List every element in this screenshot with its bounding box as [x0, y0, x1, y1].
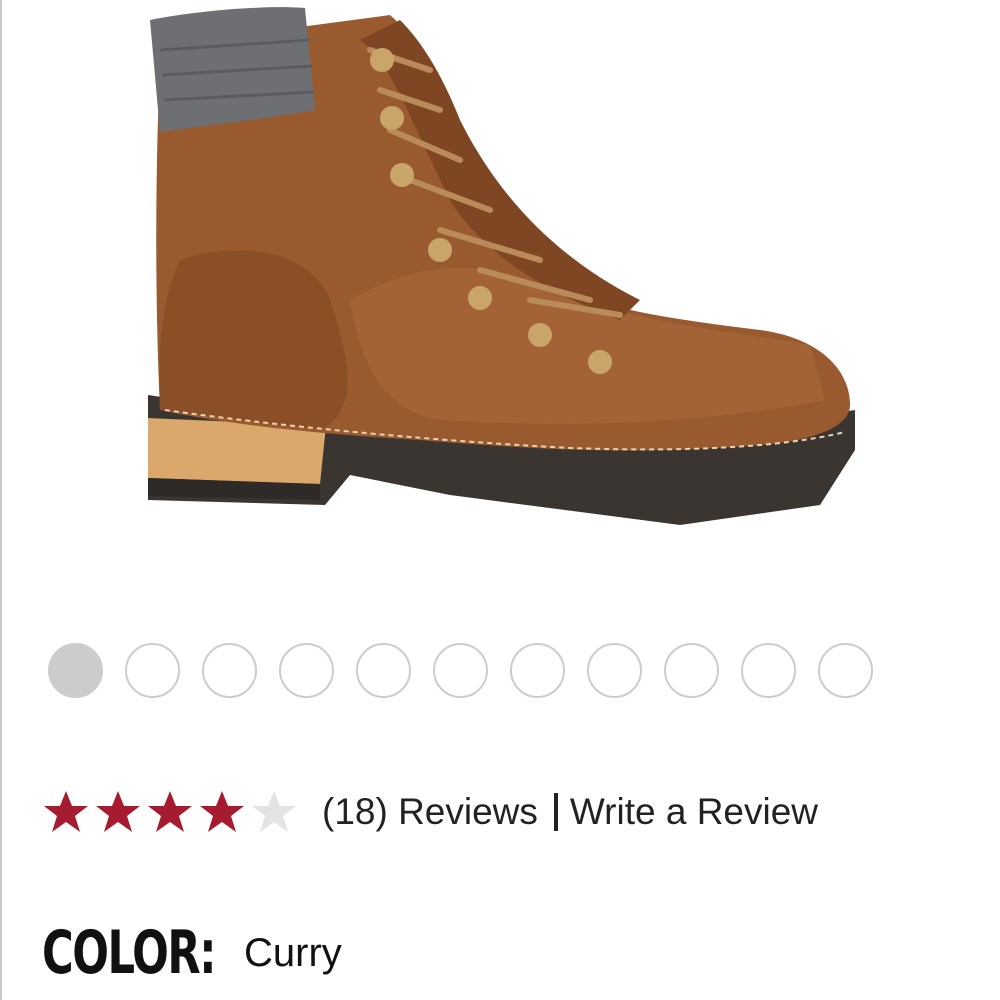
carousel-dot[interactable] [125, 643, 180, 698]
color-row: COLOR: Curry [42, 918, 342, 988]
carousel-dot[interactable] [356, 643, 411, 698]
star-icon [44, 791, 88, 832]
carousel-dot[interactable] [664, 643, 719, 698]
color-label: COLOR: [42, 918, 216, 988]
product-page: (18) Reviews Write a Review COLOR: Curry [0, 0, 1000, 1000]
boot-icon [148, 7, 855, 525]
star-icon [96, 791, 140, 832]
color-value: Curry [244, 930, 342, 975]
star-icon [200, 791, 244, 832]
rating-row: (18) Reviews Write a Review [42, 782, 818, 842]
carousel-dot[interactable] [433, 643, 488, 698]
star-rating [42, 788, 298, 836]
star-icon [252, 791, 296, 832]
carousel-dot[interactable] [279, 643, 334, 698]
write-review-link[interactable]: Write a Review [570, 791, 818, 833]
carousel-dot[interactable] [510, 643, 565, 698]
product-image-boot[interactable] [120, 0, 880, 560]
carousel-dot[interactable] [741, 643, 796, 698]
image-carousel-dots [48, 643, 873, 703]
divider [553, 793, 558, 831]
carousel-dot[interactable] [202, 643, 257, 698]
reviews-link[interactable]: (18) Reviews [322, 791, 538, 833]
carousel-dot[interactable] [587, 643, 642, 698]
carousel-dot[interactable] [818, 643, 873, 698]
left-border [0, 0, 2, 1000]
carousel-dot[interactable] [48, 643, 103, 698]
star-icon [148, 791, 192, 832]
